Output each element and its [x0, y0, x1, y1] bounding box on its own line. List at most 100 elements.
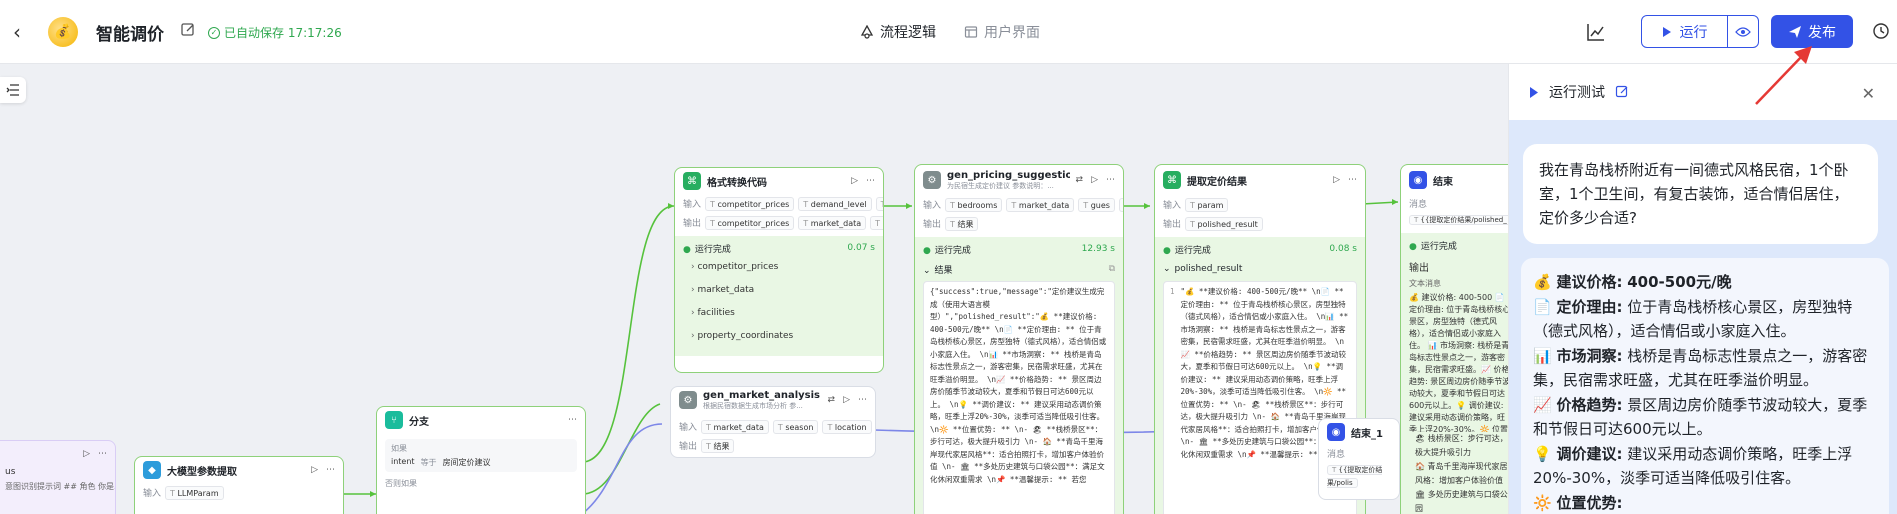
edit-icon[interactable]: [1615, 85, 1629, 99]
result-item[interactable]: competitor_prices: [683, 256, 875, 279]
end-1-node[interactable]: ◉ 结束_1 消息 {{提取定价结果/polis: [1318, 418, 1400, 500]
chevron-down-icon[interactable]: ⌄: [1163, 264, 1171, 274]
message-label: 消息: [1327, 450, 1346, 460]
more-icon[interactable]: ⋯: [98, 449, 107, 459]
run-time: 12.93 s: [1081, 244, 1115, 254]
start-node[interactable]: ▷ ⋯ us 意图识别提示词 ## 角色 你是...: [0, 440, 116, 514]
play-icon[interactable]: ▷: [311, 465, 318, 475]
more-icon[interactable]: ⋯: [326, 465, 335, 475]
more-icon[interactable]: ⋯: [866, 176, 875, 186]
more-icon[interactable]: ⋯: [1348, 175, 1357, 185]
start-node-snippet: 意图识别提示词 ## 角色 你是...: [5, 482, 116, 491]
more-icon[interactable]: ⋯: [1106, 175, 1115, 185]
close-icon[interactable]: ✕: [1862, 84, 1875, 103]
market-analysis-node[interactable]: ⚙ gen_market_analysis 根据民宿数据生成市场分析 参... …: [670, 386, 876, 458]
branch-node[interactable]: ⑂ 分支 ⋯ 如果 intent 等于 房间定价建议 否则如果: [376, 406, 586, 514]
play-icon[interactable]: ▷: [1091, 175, 1098, 185]
input-chip: competitor_prices: [705, 196, 795, 211]
pricing-suggestions-node[interactable]: ⚙ gen_pricing_suggestions 为民宿生成定价建议 参数说明…: [914, 164, 1124, 514]
node-title: gen_pricing_suggestions: [947, 169, 1070, 181]
node-outputs: 输出 polished_result: [1155, 214, 1365, 233]
node-subtitle: 根据民宿数据生成市场分析 参...: [703, 401, 803, 410]
swap-icon[interactable]: ⇄: [828, 395, 836, 405]
ai-line-label: 建议价格:: [1556, 273, 1623, 291]
result-item[interactable]: property_coordinates: [683, 325, 875, 348]
node-outputs: 输出 结果: [915, 214, 1123, 233]
input-chip: market_data: [1006, 197, 1075, 212]
llm-param-node[interactable]: ◆ 大模型参数提取 ▷⋯ 输入 LLMParam: [134, 456, 344, 514]
app-title: 智能调价: [96, 25, 164, 45]
eye-icon: [1735, 26, 1751, 37]
success-icon: ●: [1409, 241, 1417, 252]
end-icon: ◉: [1327, 423, 1345, 441]
send-icon: [1789, 25, 1801, 38]
run-status: 运行完成: [694, 244, 731, 255]
panel-title: 运行测试: [1549, 85, 1605, 101]
success-icon: ●: [683, 244, 691, 255]
chevron-down-icon[interactable]: ⌄: [923, 266, 931, 276]
end-node[interactable]: ◉ 结束 消息 {{提取定价结果/polished_ ●运行完成 输出 文本消息…: [1400, 164, 1508, 514]
bullet-item: 🏛 多处历史建筑与口袋公园: [1415, 490, 1508, 513]
node-title: 提取定价结果: [1187, 176, 1247, 188]
node-title: 结束_1: [1351, 428, 1383, 440]
code-icon: ⌘: [1163, 171, 1181, 189]
run-result: ● 运行完成 输出 文本消息 💰 建议价格: 400-500 📄 定价理由: 位于…: [1401, 233, 1508, 514]
back-arrow-icon[interactable]: ‹: [6, 20, 28, 44]
node-title: 大模型参数提取: [167, 466, 237, 478]
view-tabs: 流程逻辑 用户界面: [848, 18, 1052, 46]
output-heading: 输出: [1409, 263, 1429, 274]
more-icon[interactable]: ⋯: [858, 395, 867, 405]
node-actions: ▷ ⋯: [851, 176, 875, 186]
run-button[interactable]: 运行: [1642, 16, 1728, 47]
history-icon[interactable]: [1872, 22, 1890, 40]
node-actions: ▷ ⋯: [311, 465, 335, 475]
input-chip: demand_level: [798, 196, 872, 211]
tab-user-interface[interactable]: 用户界面: [952, 18, 1052, 46]
node-inputs: 输入 market_data season location: [671, 417, 875, 436]
line-number: 1: [1170, 287, 1175, 296]
node-actions: ▷ ⋯: [83, 449, 107, 459]
autosave-text: 已自动保存 17:17:26: [224, 26, 342, 40]
ai-line: 🔆 位置优势:: [1533, 491, 1877, 514]
input-label: 输入: [923, 201, 942, 211]
swap-icon[interactable]: ⇄: [1076, 175, 1084, 185]
more-icon[interactable]: ⋯: [568, 415, 577, 425]
bar-chart-icon: 📊: [1533, 346, 1552, 365]
ai-line-label: 位置优势:: [1556, 493, 1623, 512]
bullet-item: 🏖 栈桥景区：步行可达，极大提升吸引力: [1415, 434, 1508, 457]
node-actions: ⇄ ▷ ⋯: [828, 395, 867, 405]
ai-line: 📈 价格趋势: 景区周边房价随季节波动较大，夏季和节假日可达600元以上。: [1533, 393, 1877, 442]
success-icon: ●: [923, 245, 931, 256]
play-icon[interactable]: ▷: [851, 176, 858, 186]
plugin-icon: ⚙: [923, 171, 941, 189]
node-inputs: 输入 LLMParam: [135, 483, 343, 502]
bullet-item: 🏠 青岛千里海岸现代家居风格：增加客户体验价值: [1415, 462, 1508, 485]
edit-icon[interactable]: [180, 22, 196, 38]
play-icon[interactable]: ▷: [1333, 175, 1340, 185]
outline-toggle-button[interactable]: [0, 77, 26, 103]
autosave-status: ✓ 已自动保存 17:17:26: [208, 24, 342, 41]
node-title: 结束: [1433, 176, 1453, 188]
llm-icon: ◆: [143, 461, 161, 479]
run-result: ● 运行完成 12.93 s ⌄ 结果 ⧉ {"success":true,"messa…: [915, 237, 1123, 514]
input-chip: market_data: [701, 419, 769, 434]
result-item[interactable]: facilities: [683, 302, 875, 325]
format-code-node[interactable]: ⌘ 格式转换代码 ▷⋯ 输入 competitor_prices demand_…: [674, 167, 884, 373]
branch-condition: 如果 intent 等于 房间定价建议: [385, 439, 577, 472]
tab-flow-logic[interactable]: 流程逻辑: [848, 18, 948, 46]
trend-chart-icon[interactable]: [1586, 22, 1606, 42]
run-status: 运行完成: [1174, 245, 1211, 256]
ai-line-label: 调价建议:: [1556, 444, 1623, 463]
input-chip: location: [822, 419, 872, 434]
play-icon[interactable]: ▷: [843, 395, 850, 405]
node-outputs: 输出 competitor_prices market_data ...: [675, 213, 883, 232]
copy-icon[interactable]: ⧉: [1109, 264, 1115, 274]
output-chip: market_data: [798, 215, 867, 230]
workflow-canvas[interactable]: ▷ ⋯ us 意图识别提示词 ## 角色 你是... ◆ 大模型参数提取 ▷ ⋯ 输…: [0, 64, 1508, 514]
message-chip: {{提取定价结果/polis: [1327, 465, 1383, 488]
result-item[interactable]: market_data: [683, 279, 875, 302]
run-status: 运行完成: [934, 245, 971, 256]
play-icon[interactable]: ▷: [83, 449, 90, 459]
condition-value: 房间定价建议: [442, 458, 491, 467]
text-message-label: 文本消息: [1409, 279, 1441, 288]
